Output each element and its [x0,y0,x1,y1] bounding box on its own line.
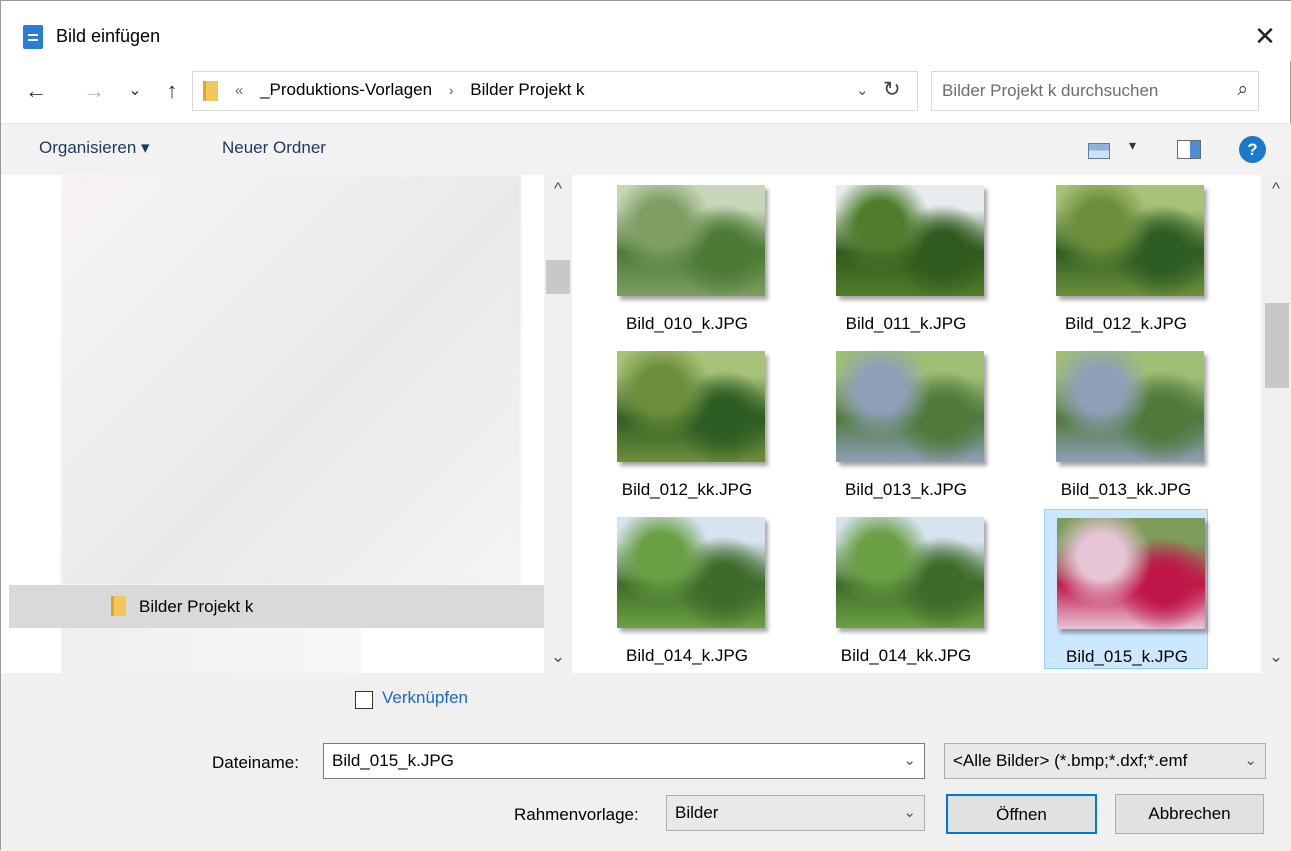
blurred-tree-content [61,628,361,673]
image-thumbnail [1056,351,1204,462]
file-name: Bild_010_k.JPG [626,314,748,333]
insert-image-dialog: Bild einfügen ✕ ← → ⌄ ↑ « _Produktions-V… [0,0,1291,851]
cancel-button[interactable]: Abbrechen [1115,794,1264,834]
filename-value: Bild_015_k.JPG [332,751,454,770]
file-item[interactable]: Bild_012_kk.JPG [605,343,769,503]
file-item[interactable]: Bild_015_k.JPG [1044,509,1208,669]
breadcrumb-separator-icon[interactable]: › [449,82,454,98]
file-item[interactable]: Bild_013_kk.JPG [1044,343,1208,503]
frame-style-select[interactable]: Bilder ⌄ [666,795,925,831]
chevron-down-icon[interactable]: ⌄ [903,751,916,769]
file-name: Bild_014_kk.JPG [840,646,972,665]
back-arrow-icon[interactable]: ← [23,76,49,106]
image-thumbnail [1056,185,1204,296]
image-thumbnail [836,185,984,296]
app-document-icon [23,25,43,49]
forward-arrow-icon[interactable]: → [81,76,107,106]
recent-locations-chevron-icon[interactable]: ⌄ [125,76,145,106]
folder-icon [203,81,218,101]
filename-label: Dateiname: [212,753,299,772]
address-dropdown-icon[interactable]: ⌄ [856,81,869,99]
command-toolbar: Organisieren ▾ Neuer Ordner ▾ [1,123,1291,175]
dialog-footer: Verknüpfen Dateiname: Bild_015_k.JPG ⌄ <… [1,673,1291,851]
file-type-value: <Alle Bilder> (*.bmp;*.dxf;*.emf [953,751,1188,770]
help-icon[interactable]: ? [1239,136,1266,163]
scroll-down-icon[interactable]: ⌄ [1262,647,1290,667]
image-thumbnail [617,185,765,296]
file-name: Bild_013_kk.JPG [1060,480,1192,499]
file-list: Bild_010_k.JPG Bild_011_k.JPG Bild_012_k.J… [572,175,1261,673]
window-title: Bild einfügen [56,26,161,46]
image-thumbnail [617,517,765,628]
image-thumbnail [836,351,984,462]
chevron-down-icon[interactable]: ⌄ [1240,751,1257,769]
file-item[interactable]: Bild_014_k.JPG [605,509,769,669]
file-item[interactable]: Bild_014_kk.JPG [824,509,988,669]
file-name: Bild_012_kk.JPG [621,480,753,499]
organize-button[interactable]: Organisieren ▾ [39,138,150,158]
breadcrumb: « _Produktions-Vorlagen › Bilder Projekt… [235,80,585,100]
view-options-icon[interactable] [1088,143,1110,159]
title-bar: Bild einfügen ✕ [1,1,1291,61]
scroll-up-icon[interactable]: ^ [544,179,572,199]
scroll-up-icon[interactable]: ^ [1262,179,1290,199]
tree-item-label: Bilder Projekt k [139,597,254,616]
file-item[interactable]: Bild_011_k.JPG [824,177,988,337]
file-name: Bild_015_k.JPG [1066,647,1188,666]
file-item[interactable]: Bild_010_k.JPG [605,177,769,337]
navigation-pane: Bilder Projekt k [1,175,544,673]
search-placeholder: Bilder Projekt k durchsuchen [942,81,1159,100]
image-thumbnail [617,351,765,462]
refresh-icon[interactable]: ↻ [883,77,901,102]
frame-style-label: Rahmenvorlage: [514,805,639,824]
file-list-scrollbar[interactable]: ^ ⌄ [1261,175,1291,673]
frame-style-value: Bilder [675,803,719,822]
file-name: Bild_014_k.JPG [626,646,748,665]
scroll-down-icon[interactable]: ⌄ [544,647,572,667]
open-button[interactable]: Öffnen [946,794,1097,834]
up-arrow-icon[interactable]: ↑ [159,76,185,106]
folder-icon [111,596,126,616]
file-type-select[interactable]: <Alle Bilder> (*.bmp;*.dxf;*.emf ⌄ [944,743,1266,779]
breadcrumb-bilder-projekt-k[interactable]: Bilder Projekt k [470,80,584,100]
file-item[interactable]: Bild_013_k.JPG [824,343,988,503]
scrollbar-thumb[interactable] [1265,303,1289,388]
tree-item-bilder-projekt-k[interactable]: Bilder Projekt k [9,585,544,628]
link-checkbox[interactable] [355,691,373,709]
file-name: Bild_011_k.JPG [845,314,967,333]
image-thumbnail [836,517,984,628]
image-thumbnail [1057,518,1205,629]
search-icon[interactable]: ⌕ [1237,79,1248,101]
scrollbar-thumb[interactable] [546,260,570,294]
file-name: Bild_012_k.JPG [1065,314,1187,333]
blurred-tree-content [61,175,521,585]
breadcrumb-produktions-vorlagen[interactable]: _Produktions-Vorlagen [260,80,432,100]
address-bar[interactable]: « _Produktions-Vorlagen › Bilder Projekt… [192,71,918,111]
file-item[interactable]: Bild_012_k.JPG [1044,177,1208,337]
file-name: Bild_013_k.JPG [845,480,967,499]
search-input[interactable]: Bilder Projekt k durchsuchen ⌕ [931,71,1259,111]
filename-input[interactable]: Bild_015_k.JPG ⌄ [323,743,925,779]
preview-pane-icon[interactable] [1177,140,1201,159]
navigation-pane-scrollbar[interactable]: ^ ⌄ [544,175,572,673]
view-dropdown-icon[interactable]: ▾ [1129,137,1136,154]
chevron-down-icon[interactable]: ⌄ [903,803,916,821]
breadcrumb-overflow[interactable]: « [235,82,243,99]
new-folder-button[interactable]: Neuer Ordner [222,138,326,158]
close-icon[interactable]: ✕ [1247,18,1283,54]
link-label[interactable]: Verknüpfen [382,688,468,708]
